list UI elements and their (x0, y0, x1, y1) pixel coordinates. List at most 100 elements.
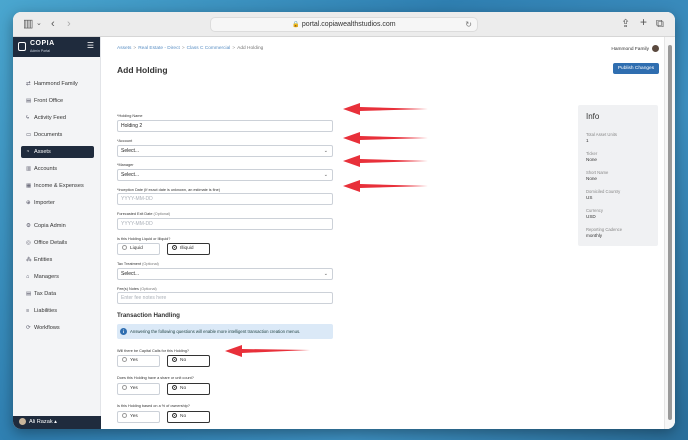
capital-calls-yes-radio[interactable]: Yes (117, 355, 160, 367)
chevron-down-icon: ⌄ (323, 271, 328, 277)
sidebar-item-front-office[interactable]: ▤ Front Office (21, 95, 94, 107)
breadcrumb-class-c[interactable]: Class C Commercial (187, 46, 231, 51)
sidebar-item-entities[interactable]: ⁂ Entities (21, 254, 94, 266)
holding-name-input[interactable]: Holding 2 (117, 120, 333, 132)
info-banner-text: Answering the following questions will e… (130, 329, 301, 334)
sidebar-item-label: Assets (34, 149, 51, 155)
sidebar-item-label: Accounts (34, 166, 58, 172)
sidebar-item-importer[interactable]: ⊕ Importer (21, 197, 94, 209)
sidebar-item-accounts[interactable]: ▥ Accounts (21, 163, 94, 175)
chevron-down-icon[interactable]: ⌄ (36, 17, 42, 31)
capital-calls-no-radio[interactable]: No (167, 355, 210, 367)
ownership-question: Is this Holding based on a % of ownershi… (117, 404, 190, 408)
accounts-icon: ▥ (26, 166, 32, 172)
sidebar-item-tax-data[interactable]: ▤ Tax Data (21, 288, 94, 300)
share-count-no-radio[interactable]: No (167, 383, 210, 395)
inception-date-input[interactable]: YYYY-MM-DD (117, 193, 333, 205)
sidebar-item-label: Front Office (34, 98, 64, 104)
gear-icon: ⚙ (26, 223, 31, 229)
tab-overview-icon[interactable]: ⧉ (656, 17, 664, 31)
info-key: Short Name (586, 170, 609, 175)
radio-icon (122, 245, 127, 251)
sidebar-item-label: Office Details (34, 240, 68, 246)
sidebar-item-label: Workflows (34, 325, 60, 331)
sidebar-item-activity-feed[interactable]: ϟ Activity Feed (21, 112, 94, 124)
sidebar-item-managers[interactable]: ⌂ Managers (21, 271, 94, 283)
sidebar-item-label: Documents (34, 132, 63, 138)
income-icon: ▦ (26, 183, 32, 189)
account-select-value: Select... (121, 148, 140, 154)
reload-icon[interactable]: ↻ (465, 18, 472, 31)
info-icon: i (120, 328, 127, 335)
exit-date-input[interactable]: YYYY-MM-DD (117, 218, 333, 230)
arrow-shape (343, 132, 428, 144)
scrollbar[interactable] (664, 37, 675, 429)
account-switcher[interactable]: Hammond Family (611, 45, 659, 52)
sidebar-item-liabilities[interactable]: ≡ Liabilities (21, 305, 94, 317)
ownership-yes-radio[interactable]: Yes (117, 411, 160, 423)
liquid-radio[interactable]: Liquid (117, 243, 160, 255)
exit-date-label: Forecasted Exit Date (Optional) (117, 212, 170, 216)
radio-icon (122, 357, 127, 363)
url-text: portal.copiawealthstudios.com (301, 21, 396, 28)
back-icon[interactable]: ‹ (51, 17, 55, 31)
sidebar-item-label: Activity Feed (34, 115, 67, 121)
share-icon[interactable]: ⇪ (621, 17, 630, 31)
manager-select[interactable]: Select... ⌄ (117, 169, 333, 181)
optional-tag: (Optional) (142, 262, 159, 266)
fee-notes-label: Fee(s) Notes (Optional) (117, 287, 157, 291)
optional-tag: (Optional) (153, 212, 171, 216)
ownership-no-radio[interactable]: No (167, 411, 210, 423)
lock-icon: 🔒 (292, 22, 300, 28)
info-panel-title: Info (586, 112, 600, 121)
share-count-yes-radio[interactable]: Yes (117, 383, 160, 395)
holding-name-label: *Holding Name (117, 114, 143, 118)
manager-label: *Manager (117, 163, 134, 167)
info-panel: Info Total Asset Units 1 Ticker None Sho… (578, 105, 658, 246)
scrollbar-thumb[interactable] (668, 45, 672, 420)
tax-treatment-select[interactable]: Select... ⌄ (117, 268, 333, 280)
inception-date-label: *Inception Date (If exact date is unknow… (117, 188, 220, 192)
document-icon: ▭ (26, 132, 32, 138)
breadcrumb-assets[interactable]: Assets (117, 46, 131, 51)
yes-label: Yes (130, 358, 138, 363)
info-value: None (586, 176, 597, 181)
chevron-down-icon: ⌄ (323, 172, 328, 178)
page-title: Add Holding (117, 65, 168, 75)
sidebar-toggle-icon[interactable]: ▥ (23, 17, 33, 31)
account-select[interactable]: Select... ⌄ (117, 145, 333, 157)
sidebar-item-copia-admin[interactable]: ⚙ Copia Admin (21, 220, 94, 232)
new-tab-icon[interactable]: + (640, 15, 647, 29)
info-key: Total Asset Units (586, 132, 617, 137)
info-value: monthly (586, 233, 603, 238)
sidebar-item-label: Importer (34, 200, 55, 206)
assets-icon: ◔ (26, 149, 30, 155)
sidebar-item-office-details[interactable]: ◎ Office Details (21, 237, 94, 249)
sidebar-item-hammond-family[interactable]: ⇄ Hammond Family (21, 78, 94, 90)
swap-icon: ⇄ (26, 81, 31, 87)
sidebar-item-documents[interactable]: ▭ Documents (21, 129, 94, 141)
fee-notes-input[interactable]: Enter fee notes here (117, 292, 333, 304)
publish-changes-button[interactable]: Publish Changes (613, 63, 659, 74)
breadcrumb-current: Add Holding (237, 46, 264, 51)
sidebar-item-income-expenses[interactable]: ▦ Income & Expenses (21, 180, 94, 192)
no-label: No (180, 414, 187, 419)
radio-selected-icon (172, 357, 177, 363)
info-key: Ticker (586, 151, 598, 156)
address-bar[interactable]: 🔒 portal.copiawealthstudios.com ↻ (210, 17, 478, 32)
user-menu[interactable]: Ali Razak ▴ (13, 416, 101, 429)
menu-icon[interactable]: ☰ (87, 42, 94, 50)
red-arrow-annotation (343, 155, 428, 167)
sidebar-item-assets[interactable]: ◔ Assets (21, 146, 94, 158)
forward-icon[interactable]: › (67, 17, 71, 31)
info-key: Reporting Cadence (586, 227, 623, 232)
illiquid-radio[interactable]: Illiquid (167, 243, 210, 255)
breadcrumb-real-estate[interactable]: Real Estate - Direct (138, 46, 180, 51)
breadcrumb: Assets > Real Estate - Direct > Class C Comm… (117, 46, 263, 51)
arrow-shape (225, 345, 310, 357)
activity-icon: ϟ (26, 115, 29, 121)
account-label: *Account (117, 139, 133, 143)
sidebar-item-label: Tax Data (34, 291, 57, 297)
sidebar-item-workflows[interactable]: ⟳ Workflows (21, 322, 94, 334)
breadcrumb-separator: > (232, 46, 236, 51)
